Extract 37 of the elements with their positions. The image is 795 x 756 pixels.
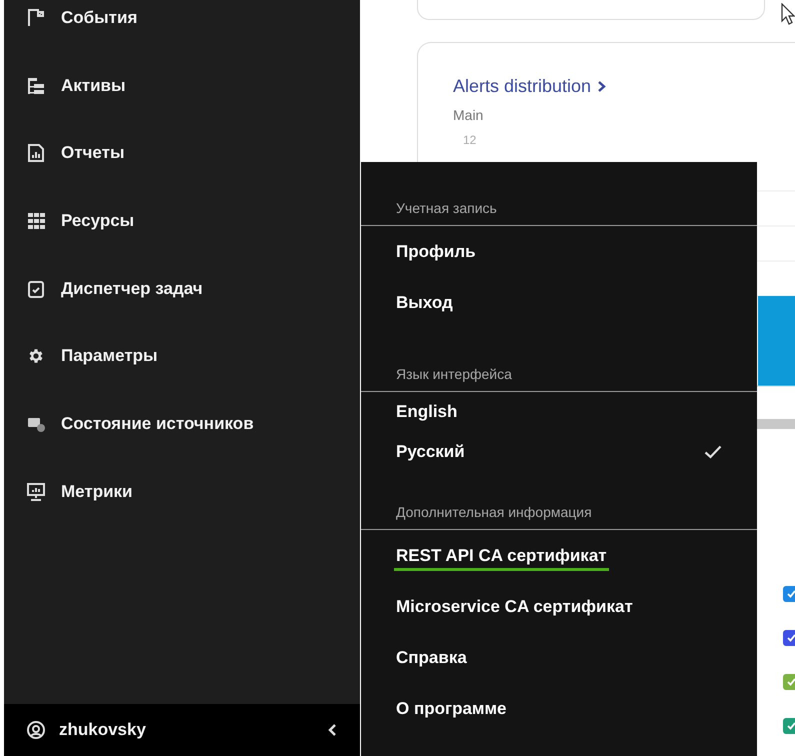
legend-checkbox[interactable] — [783, 586, 795, 602]
nav-item[interactable]: Ресурсы — [4, 187, 360, 255]
legend-checkbox[interactable] — [783, 630, 795, 646]
settings-icon — [27, 347, 45, 366]
legend-checkbox[interactable] — [783, 718, 795, 734]
language-option[interactable]: Русский — [396, 442, 465, 462]
nav-item[interactable]: Параметры — [4, 322, 360, 390]
nav-item[interactable]: Активы — [4, 52, 360, 120]
menu-item[interactable]: REST API CA сертификат — [394, 546, 609, 571]
language-option[interactable]: English — [396, 402, 458, 422]
user-name[interactable]: zhukovsky — [59, 720, 313, 740]
menu-section-header: Дополнительная информация — [361, 502, 757, 530]
menu-section-header: Язык интерфейса — [361, 364, 757, 392]
legend-checkbox[interactable] — [783, 674, 795, 690]
menu-item[interactable]: О программе — [394, 699, 509, 724]
widget-title-link[interactable]: Alerts distribution — [453, 76, 606, 97]
menu-section-header: Учетная запись — [361, 198, 757, 226]
clipboard-check-icon — [27, 280, 45, 298]
collapse-chevron-icon[interactable] — [327, 723, 337, 737]
menu-item[interactable]: Выход — [394, 293, 455, 318]
nav-item[interactable]: Отчеты — [4, 119, 360, 188]
nav-item[interactable]: События — [4, 0, 360, 52]
flag-icon — [27, 8, 45, 27]
hierarchy-icon — [27, 76, 45, 95]
nav-item[interactable]: Диспетчер задач — [4, 254, 360, 322]
menu-item[interactable]: Microservice CA сертификат — [394, 597, 635, 622]
menu-item[interactable]: Профиль — [394, 242, 478, 267]
chevron-right-icon — [597, 80, 606, 93]
menu-item[interactable]: Справка — [394, 648, 469, 673]
user-avatar-icon — [27, 721, 45, 739]
nav-item[interactable]: Метрики — [4, 458, 360, 526]
axis-tick: 12 — [463, 133, 478, 147]
nav-item[interactable]: Состояние источников — [4, 390, 360, 458]
monitor-chart-icon — [27, 482, 45, 501]
widget-subtitle: Main — [453, 107, 484, 123]
report-icon — [27, 144, 45, 162]
grid-icon — [27, 212, 45, 230]
